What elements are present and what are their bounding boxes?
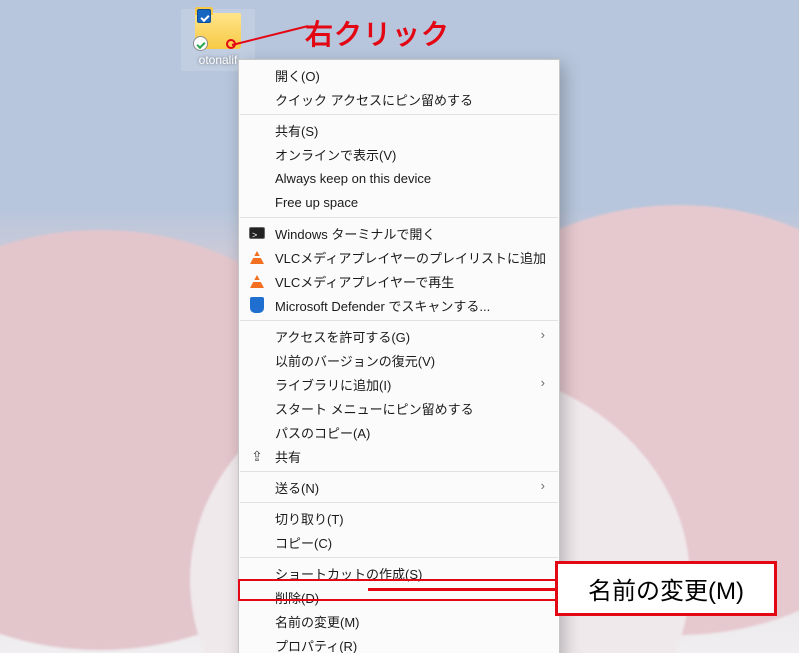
menu-label: 以前のバージョンの復元(V)	[275, 351, 435, 370]
menu-free-up-space[interactable]: Free up space	[239, 190, 559, 214]
menu-delete[interactable]: 削除(D)	[239, 585, 559, 609]
menu-always-keep[interactable]: Always keep on this device	[239, 166, 559, 190]
menu-label: Windows ターミナルで開く	[275, 224, 435, 243]
share-icon: ⇪	[248, 447, 266, 465]
menu-label: コピー(C)	[275, 533, 332, 552]
menu-separator	[240, 114, 558, 115]
menu-label: 切り取り(T)	[275, 509, 344, 528]
menu-label: パスのコピー(A)	[275, 423, 370, 442]
menu-label: 削除(D)	[275, 588, 319, 607]
menu-label: クイック アクセスにピン留めする	[275, 90, 473, 109]
menu-rename[interactable]: 名前の変更(M)	[239, 609, 559, 633]
menu-vlc-play[interactable]: VLCメディアプレイヤーで再生	[239, 269, 559, 293]
menu-label: Always keep on this device	[275, 171, 431, 186]
menu-separator	[240, 471, 558, 472]
menu-label: 送る(N)	[275, 478, 319, 497]
menu-pin-quick-access[interactable]: クイック アクセスにピン留めする	[239, 87, 559, 111]
menu-label: スタート メニューにピン留めする	[275, 399, 474, 418]
sync-status-icon	[193, 36, 208, 51]
menu-label: Free up space	[275, 195, 358, 210]
menu-vlc-add-playlist[interactable]: VLCメディアプレイヤーのプレイリストに追加	[239, 245, 559, 269]
vlc-icon	[248, 248, 266, 266]
menu-label: ショートカットの作成(S)	[275, 564, 422, 583]
menu-separator	[240, 320, 558, 321]
menu-cut[interactable]: 切り取り(T)	[239, 506, 559, 530]
menu-view-online[interactable]: オンラインで表示(V)	[239, 142, 559, 166]
menu-defender-scan[interactable]: Microsoft Defender でスキャンする...	[239, 293, 559, 317]
context-menu: 開く(O) クイック アクセスにピン留めする 共有(S) オンラインで表示(V)…	[238, 59, 560, 653]
annotation-rename-callout: 名前の変更(M)	[555, 561, 777, 616]
desktop[interactable]: otonalif 右クリック 開く(O) クイック アクセスにピン留めする 共有…	[0, 0, 799, 653]
menu-label: プロパティ(R)	[275, 636, 357, 653]
menu-share[interactable]: ⇪ 共有	[239, 444, 559, 468]
chevron-right-icon: ›	[541, 376, 545, 389]
menu-label: 共有	[275, 447, 301, 466]
folder-icon	[195, 13, 241, 49]
defender-icon	[248, 296, 266, 314]
menu-create-shortcut[interactable]: ショートカットの作成(S)	[239, 561, 559, 585]
menu-label: Microsoft Defender でスキャンする...	[275, 296, 490, 315]
menu-label: オンラインで表示(V)	[275, 145, 396, 164]
menu-open[interactable]: 開く(O)	[239, 63, 559, 87]
menu-share-s[interactable]: 共有(S)	[239, 118, 559, 142]
menu-windows-terminal[interactable]: Windows ターミナルで開く	[239, 221, 559, 245]
menu-add-to-library[interactable]: ライブラリに追加(I) ›	[239, 372, 559, 396]
menu-separator	[240, 502, 558, 503]
vlc-icon	[248, 272, 266, 290]
menu-properties[interactable]: プロパティ(R)	[239, 633, 559, 653]
terminal-icon	[248, 224, 266, 242]
annotation-right-click: 右クリック	[305, 13, 450, 53]
menu-label: 開く(O)	[275, 66, 320, 85]
annotation-text: 名前の変更(M)	[588, 571, 744, 606]
menu-label: 名前の変更(M)	[275, 612, 360, 631]
menu-send-to[interactable]: 送る(N) ›	[239, 475, 559, 499]
menu-separator	[240, 217, 558, 218]
menu-separator	[240, 557, 558, 558]
menu-copy-path[interactable]: パスのコピー(A)	[239, 420, 559, 444]
menu-copy[interactable]: コピー(C)	[239, 530, 559, 554]
chevron-right-icon: ›	[541, 328, 545, 341]
menu-previous-versions[interactable]: 以前のバージョンの復元(V)	[239, 348, 559, 372]
menu-label: 共有(S)	[275, 121, 318, 140]
checkbox-checked-icon	[197, 9, 211, 23]
menu-label: VLCメディアプレイヤーで再生	[275, 272, 454, 291]
chevron-right-icon: ›	[541, 479, 545, 492]
menu-pin-to-start[interactable]: スタート メニューにピン留めする	[239, 396, 559, 420]
menu-label: VLCメディアプレイヤーのプレイリストに追加	[275, 248, 546, 267]
menu-label: アクセスを許可する(G)	[275, 327, 410, 346]
menu-label: ライブラリに追加(I)	[275, 375, 391, 394]
menu-grant-access[interactable]: アクセスを許可する(G) ›	[239, 324, 559, 348]
